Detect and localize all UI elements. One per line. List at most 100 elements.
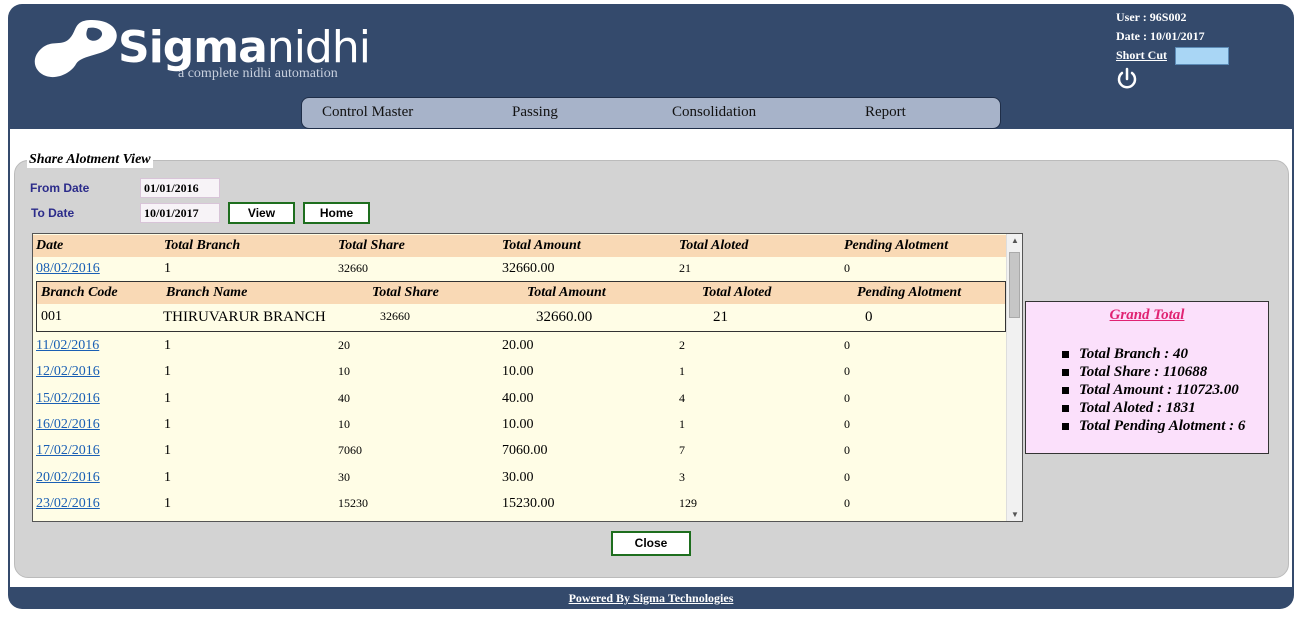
cell-sub-share: 32660 — [380, 309, 410, 323]
row-date-link[interactable]: 16/02/2016 — [36, 417, 100, 433]
grid-header: Date Total Branch Total Share Total Amou… — [33, 235, 1008, 257]
grand-total-pending: Total Pending Alotment : 6 — [1079, 418, 1246, 434]
scroll-down-icon[interactable]: ▼ — [1011, 510, 1019, 519]
cell-pending: 0 — [844, 338, 850, 352]
cell-branch: 1 — [164, 416, 171, 432]
panel-title: Share Alotment View — [27, 152, 153, 168]
grand-total-item: Total Aloted : 1831 — [1062, 399, 1245, 417]
menu-report[interactable]: Report — [865, 104, 906, 121]
shortcut-label: Short Cut — [1116, 48, 1168, 62]
cell-share: 10 — [338, 416, 350, 431]
cell-branch: 1 — [164, 495, 171, 511]
col-sub-pending: Pending Alotment — [857, 285, 962, 300]
to-date-field[interactable]: 10/01/2017 — [140, 203, 220, 223]
row-date-link[interactable]: 23/02/2016 — [36, 496, 100, 512]
col-branch-code: Branch Code — [41, 285, 118, 300]
close-button[interactable]: Close — [611, 531, 691, 556]
row-date-link[interactable]: 08/02/2016 — [36, 261, 100, 277]
grand-total-aloted: Total Aloted : 1831 — [1079, 400, 1196, 416]
menu-control-master[interactable]: Control Master — [322, 104, 413, 121]
shortcut-row: Short Cut — [1116, 46, 1230, 65]
power-icon[interactable] — [1116, 67, 1138, 91]
to-date-label: To Date — [31, 206, 75, 220]
table-row: 20/02/2016 1 30 30.00 3 0 — [33, 467, 1008, 489]
powered-by-link[interactable]: Powered By Sigma Technologies — [569, 591, 734, 605]
cell-pending: 0 — [844, 390, 850, 405]
cell-aloted: 2 — [679, 338, 685, 352]
logo-tagline: a complete nidhi automation — [178, 66, 338, 81]
bullet-icon — [1062, 351, 1069, 359]
home-button[interactable]: Home — [303, 202, 370, 224]
user-info: User : 96S002 Date : 10/01/2017 Short Cu… — [1116, 8, 1230, 97]
col-total-aloted[interactable]: Total Aloted — [679, 238, 748, 254]
grand-total-item: Total Amount : 110723.00 — [1062, 381, 1245, 399]
main-menu-bar: Control Master Passing Consolidation Rep… — [301, 97, 1001, 129]
menu-passing[interactable]: Passing — [512, 104, 558, 121]
scroll-thumb[interactable] — [1009, 252, 1020, 318]
cell-share: 32660 — [338, 261, 368, 275]
cell-branch: 1 — [164, 469, 171, 485]
date-label: Date : 10/01/2017 — [1116, 29, 1205, 43]
table-row: 17/02/2016 1 7060 7060.00 7 0 — [33, 440, 1008, 462]
branch-detail-grid: Branch Code Branch Name Total Share Tota… — [36, 281, 1006, 332]
cell-branch: 1 — [164, 338, 171, 353]
grid-scrollbar[interactable]: ▲ ▼ — [1006, 234, 1022, 521]
scroll-up-icon[interactable]: ▲ — [1011, 236, 1019, 245]
view-button[interactable]: View — [228, 202, 295, 224]
col-sub-total-share: Total Share — [372, 285, 439, 300]
cell-sub-pending: 0 — [865, 309, 873, 325]
alotment-grid: Date Total Branch Total Share Total Amou… — [32, 233, 1023, 522]
cell-share: 30 — [338, 469, 350, 484]
row-date-link[interactable]: 17/02/2016 — [36, 443, 100, 459]
cell-pending: 0 — [844, 364, 850, 379]
cell-pending: 0 — [844, 443, 850, 458]
cell-branch-name: THIRUVARUR BRANCH — [163, 309, 326, 325]
grand-total-box: Grand Total Total Branch : 40 Total Shar… — [1025, 301, 1269, 454]
cell-sub-amount: 32660.00 — [536, 309, 593, 325]
cell-sub-aloted: 21 — [713, 309, 728, 325]
cell-branch-code: 001 — [41, 309, 62, 324]
grand-total-item: Total Branch : 40 — [1062, 345, 1245, 363]
cell-branch: 1 — [164, 390, 171, 406]
col-pending-alotment[interactable]: Pending Alotment — [844, 238, 948, 254]
bullet-icon — [1062, 405, 1069, 413]
cell-amount: 7060.00 — [502, 443, 548, 459]
from-date-field[interactable]: 01/01/2016 — [140, 178, 220, 198]
cell-pending: 0 — [844, 416, 850, 431]
col-total-branch[interactable]: Total Branch — [164, 238, 240, 254]
menu-consolidation[interactable]: Consolidation — [672, 104, 756, 121]
row-date-link[interactable]: 20/02/2016 — [36, 470, 100, 486]
cell-amount: 40.00 — [502, 390, 534, 406]
col-total-amount[interactable]: Total Amount — [502, 238, 581, 254]
table-row: 15/02/2016 1 40 40.00 4 0 — [33, 388, 1008, 410]
col-sub-total-amount: Total Amount — [527, 285, 606, 300]
sub-table-row: 001 THIRUVARUR BRANCH 32660 32660.00 21 … — [37, 306, 1005, 328]
cell-branch: 1 — [164, 364, 171, 380]
col-date[interactable]: Date — [36, 238, 63, 254]
cell-share: 7060 — [338, 443, 362, 458]
cell-share: 15230 — [338, 495, 368, 510]
cell-aloted: 4 — [679, 390, 685, 405]
grand-total-title: Grand Total — [1109, 307, 1185, 323]
col-total-share[interactable]: Total Share — [338, 238, 405, 254]
cell-pending: 0 — [844, 261, 850, 275]
row-date-link[interactable]: 15/02/2016 — [36, 391, 100, 407]
row-date-link[interactable]: 11/02/2016 — [36, 338, 99, 354]
cell-amount: 20.00 — [502, 338, 534, 353]
grand-total-share: Total Share : 110688 — [1079, 364, 1208, 380]
bullet-icon — [1062, 423, 1069, 431]
table-row: 11/02/2016 1 20 20.00 2 0 — [33, 335, 1008, 357]
cell-aloted: 1 — [679, 364, 685, 379]
table-row: 23/02/2016 1 15230 15230.00 129 0 — [33, 493, 1008, 515]
from-date-label: From Date — [30, 181, 90, 195]
cell-aloted: 7 — [679, 443, 685, 458]
bullet-icon — [1062, 369, 1069, 377]
user-label: User : 96S002 — [1116, 10, 1187, 24]
shortcut-input[interactable] — [1175, 46, 1230, 65]
cell-branch: 1 — [164, 261, 171, 276]
bullet-icon — [1062, 387, 1069, 395]
row-date-link[interactable]: 12/02/2016 — [36, 364, 100, 380]
footer: Powered By Sigma Technologies — [8, 587, 1294, 609]
cell-share: 20 — [338, 338, 350, 352]
cell-share: 10 — [338, 364, 350, 379]
